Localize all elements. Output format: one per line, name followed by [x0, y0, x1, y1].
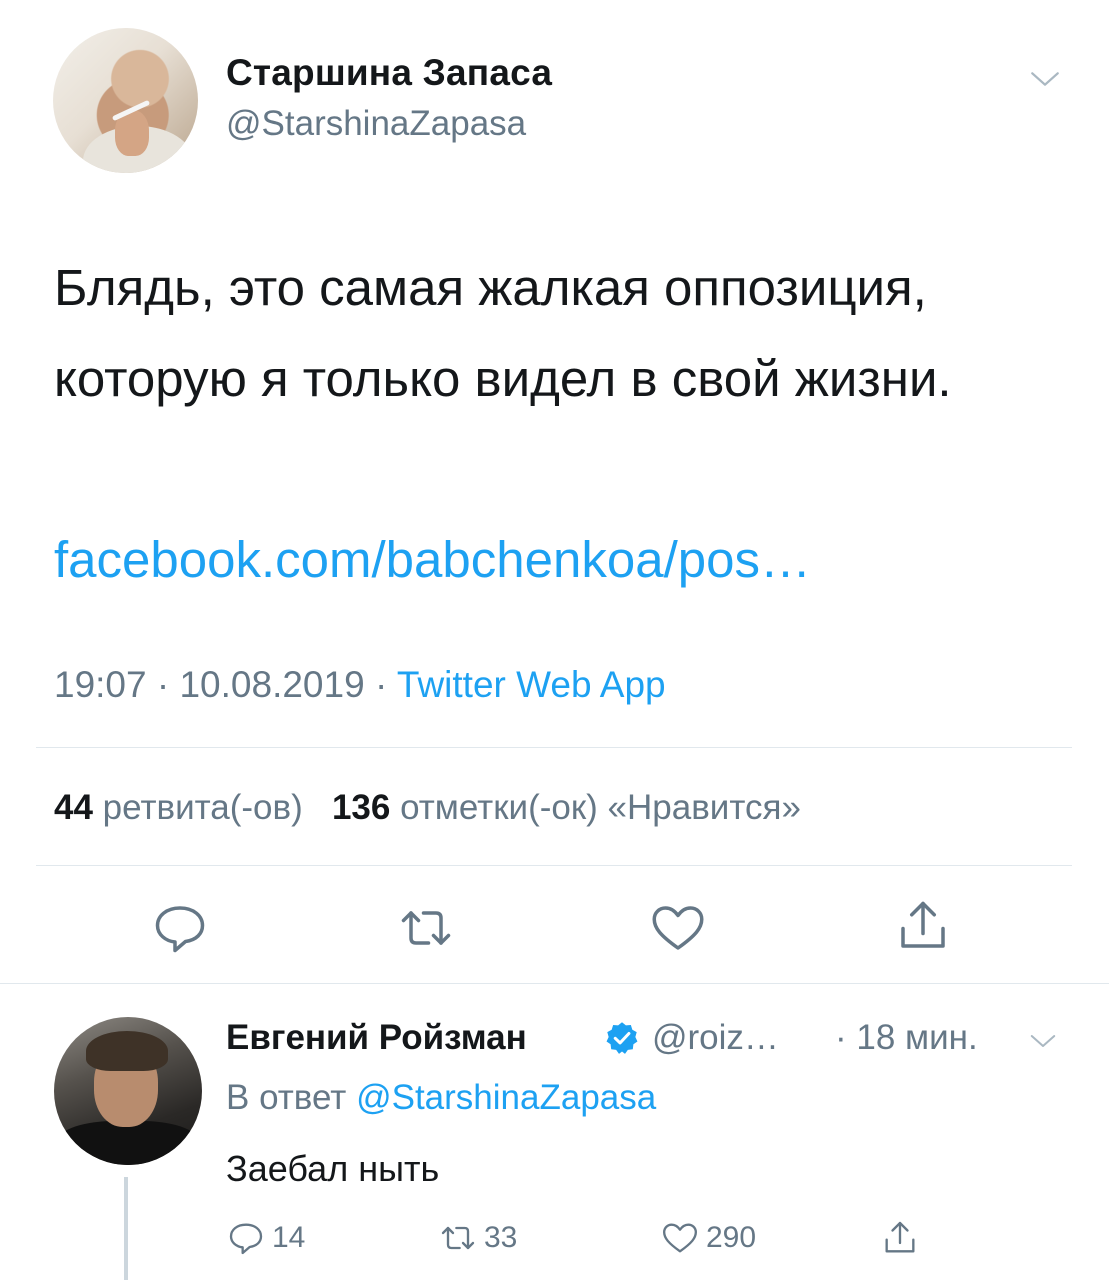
like-count: 290: [706, 1221, 757, 1254]
reply-text: Заебал ныть: [226, 1148, 440, 1189]
retweets-label: ретвита(-ов): [102, 788, 303, 827]
reply-author-avatar[interactable]: [54, 1017, 202, 1165]
like-icon[interactable]: [648, 898, 708, 958]
reply-like-button[interactable]: 290: [660, 1214, 756, 1262]
divider: [36, 747, 1072, 748]
tweet-link[interactable]: facebook.com/babchenkoa/pos…: [54, 530, 811, 589]
reply-share-button[interactable]: [880, 1214, 920, 1262]
author-name[interactable]: Старшина Запаса: [226, 52, 552, 94]
tweet-meta: 19:07 · 10.08.2019 · Twitter Web App: [54, 664, 666, 706]
retweets-count: 44: [54, 788, 93, 827]
likes-stat[interactable]: 136 отметки(-ок) «Нравится»: [332, 788, 801, 827]
reply-count: 14: [272, 1221, 306, 1254]
likes-count: 136: [331, 788, 391, 827]
reply-icon: [229, 1223, 263, 1255]
reply-icon[interactable]: [150, 898, 210, 958]
chevron-down-icon[interactable]: [1028, 62, 1062, 96]
meta-separator: ·: [146, 664, 180, 705]
share-icon: [885, 1221, 915, 1253]
retweet-icon: [441, 1226, 475, 1250]
chevron-down-icon[interactable]: [1028, 1026, 1058, 1056]
divider: [0, 983, 1109, 984]
reply-author-handle[interactable]: @roiz…: [652, 1018, 779, 1058]
reply-reply-button[interactable]: 14: [226, 1214, 305, 1262]
retweet-icon[interactable]: [396, 898, 456, 958]
tweet-stats: 44 ретвита(-ов) 136 отметки(-ок) «Нравит…: [54, 788, 801, 828]
reply-to-line: В ответ @StarshinaZapasa: [226, 1078, 656, 1118]
meta-separator: ·: [364, 664, 397, 705]
divider: [36, 865, 1072, 866]
tweet-text: Блядь, это самая жалкая оппозиция, котор…: [54, 259, 952, 407]
author-avatar[interactable]: [53, 28, 198, 173]
reply-to-prefix: В ответ: [226, 1078, 347, 1117]
retweet-count: 33: [484, 1221, 518, 1254]
verified-badge-icon: [606, 1022, 638, 1054]
reply-author-name[interactable]: Евгений Ройзман: [226, 1018, 527, 1058]
share-icon[interactable]: [893, 896, 953, 956]
tweet-time: 19:07: [54, 664, 147, 705]
reply-retweet-button[interactable]: 33: [438, 1214, 517, 1262]
author-handle[interactable]: @StarshinaZapasa: [226, 104, 526, 144]
likes-label: отметки(-ок) «Нравится»: [400, 788, 801, 827]
like-icon: [663, 1223, 697, 1253]
reply-time[interactable]: · 18 мин.: [835, 1018, 978, 1058]
retweets-stat[interactable]: 44 ретвита(-ов): [54, 788, 303, 827]
tweet-source[interactable]: Twitter Web App: [397, 664, 666, 705]
thread-line: [124, 1177, 128, 1280]
reply-to-handle[interactable]: @StarshinaZapasa: [356, 1078, 656, 1117]
tweet-date: 10.08.2019: [179, 664, 365, 705]
